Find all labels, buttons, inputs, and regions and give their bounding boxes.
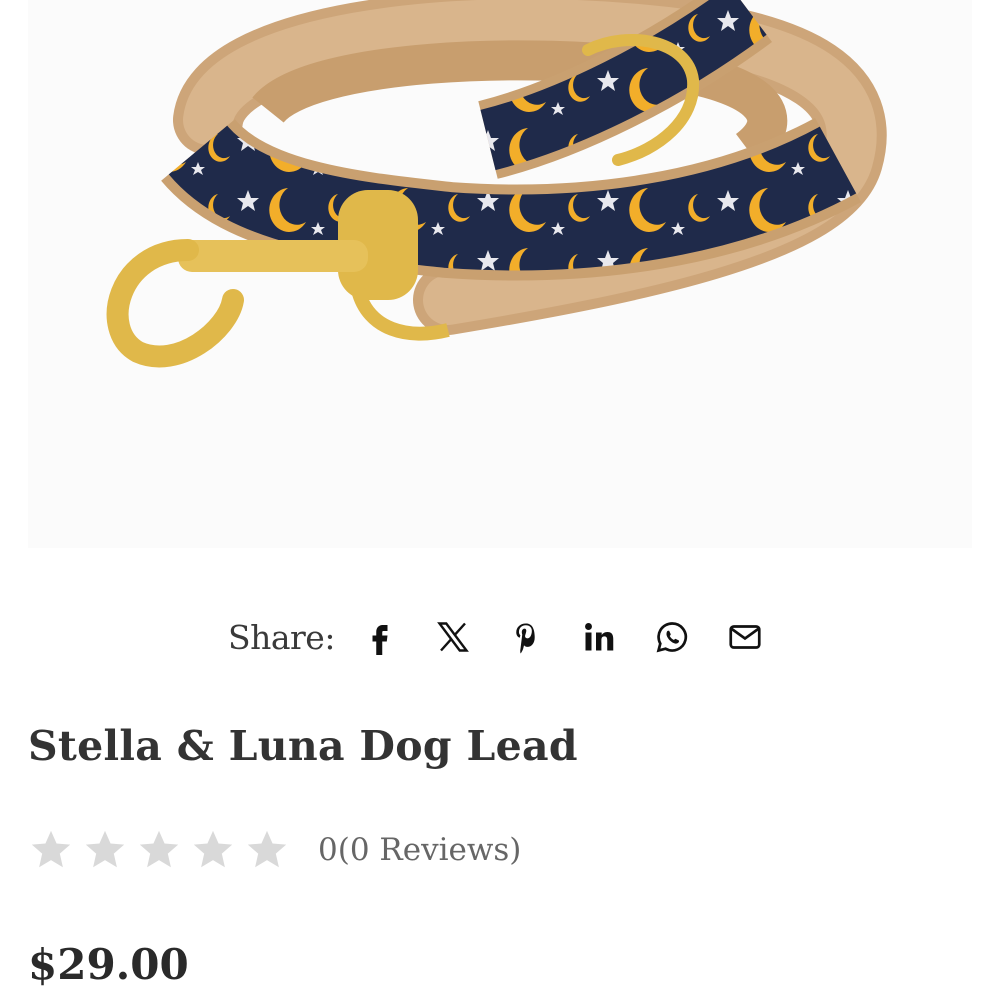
- email-icon[interactable]: [726, 618, 764, 656]
- star-icon: [247, 830, 287, 868]
- x-twitter-icon[interactable]: [434, 618, 472, 656]
- share-bar: Share:: [228, 612, 799, 662]
- product-image[interactable]: [28, 0, 972, 548]
- product-price: $29.00: [28, 940, 189, 989]
- rating-row[interactable]: 0(0 Reviews): [28, 826, 521, 874]
- star-icon: [193, 830, 233, 868]
- reviews-count[interactable]: 0(0 Reviews): [318, 832, 521, 868]
- linkedin-icon[interactable]: [580, 618, 618, 656]
- pinterest-icon[interactable]: [507, 618, 545, 656]
- product-title: Stella & Luna Dog Lead: [28, 722, 578, 770]
- whatsapp-icon[interactable]: [653, 618, 691, 656]
- star-icon: [31, 830, 71, 868]
- facebook-icon[interactable]: [361, 618, 399, 656]
- dog-lead-illustration: [106, 0, 887, 368]
- share-label: Share:: [228, 617, 335, 657]
- star-icon: [85, 830, 125, 868]
- star-icon: [139, 830, 179, 868]
- star-rating[interactable]: [28, 827, 298, 873]
